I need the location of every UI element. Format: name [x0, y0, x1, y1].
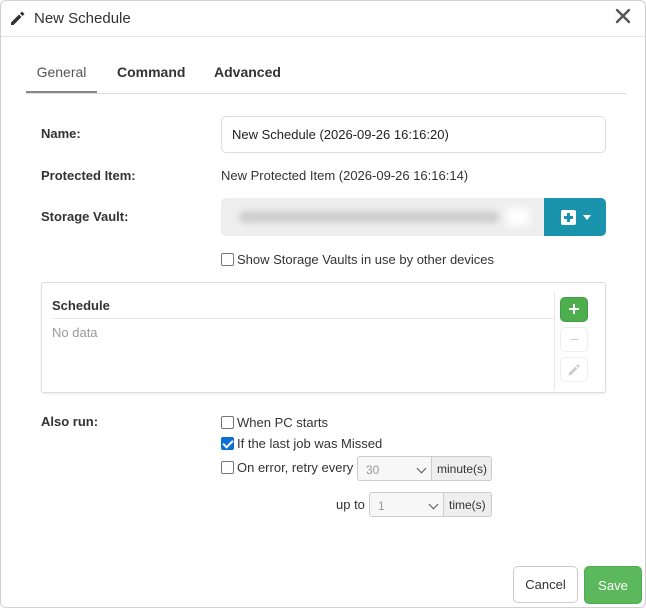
show-vaults-label: Show Storage Vaults in use by other devi…	[237, 252, 495, 267]
dialog-title: New Schedule	[34, 10, 131, 27]
save-button[interactable]: Save	[584, 566, 642, 604]
when-pc-starts-label: When PC starts	[237, 415, 329, 430]
remove-schedule-button[interactable]	[560, 327, 588, 352]
cancel-button[interactable]: Cancel	[513, 566, 578, 603]
up-to-label: up to	[336, 497, 365, 512]
tab-bar: General Command Advanced	[26, 53, 626, 94]
new-schedule-dialog: New Schedule General Command Advanced Na…	[0, 0, 646, 608]
name-input[interactable]	[221, 116, 606, 153]
caret-down-icon	[583, 215, 591, 220]
chevron-down-icon	[428, 499, 439, 510]
tab-general[interactable]: General	[26, 53, 97, 93]
add-schedule-button[interactable]	[560, 297, 588, 322]
pencil-icon	[568, 364, 580, 376]
protected-item-value: New Protected Item (2026-09-26 16:16:14)	[221, 168, 469, 183]
show-vaults-checkbox[interactable]	[221, 253, 234, 266]
dialog-header: New Schedule	[1, 1, 645, 37]
storage-vault-label: Storage Vault:	[41, 209, 129, 224]
close-icon[interactable]	[613, 5, 633, 27]
edit-schedule-button[interactable]	[560, 357, 588, 382]
retry-times-value: 1	[378, 499, 385, 513]
last-job-missed-label: If the last job was Missed	[237, 436, 383, 451]
retry-on-error-label: On error, retry every	[237, 460, 354, 475]
retry-interval-value: 30	[366, 463, 380, 477]
redacted-vault-name	[239, 211, 499, 223]
add-storage-vault-button[interactable]	[544, 198, 606, 236]
schedule-empty-text: No data	[52, 325, 98, 340]
retry-interval-unit: minute(s)	[432, 456, 492, 481]
retry-times-unit: time(s)	[444, 492, 492, 517]
storage-vault-select[interactable]	[221, 198, 545, 236]
tab-advanced[interactable]: Advanced	[214, 53, 281, 93]
also-run-label: Also run:	[41, 414, 99, 429]
protected-item-label: Protected Item:	[41, 168, 136, 183]
when-pc-starts-checkbox[interactable]	[221, 416, 234, 429]
retry-times-select[interactable]: 1	[369, 492, 444, 517]
retry-on-error-checkbox[interactable]	[221, 461, 234, 474]
plus-square-icon	[561, 210, 576, 225]
tab-command[interactable]: Command	[117, 53, 185, 93]
pencil-icon	[11, 11, 25, 25]
retry-interval-select[interactable]: 30	[357, 456, 432, 481]
name-label: Name:	[41, 126, 81, 141]
chevron-down-icon	[416, 463, 427, 474]
schedule-table: Schedule No data	[41, 282, 606, 393]
last-job-missed-checkbox[interactable]	[221, 437, 234, 450]
schedule-column-header: Schedule	[52, 298, 110, 313]
